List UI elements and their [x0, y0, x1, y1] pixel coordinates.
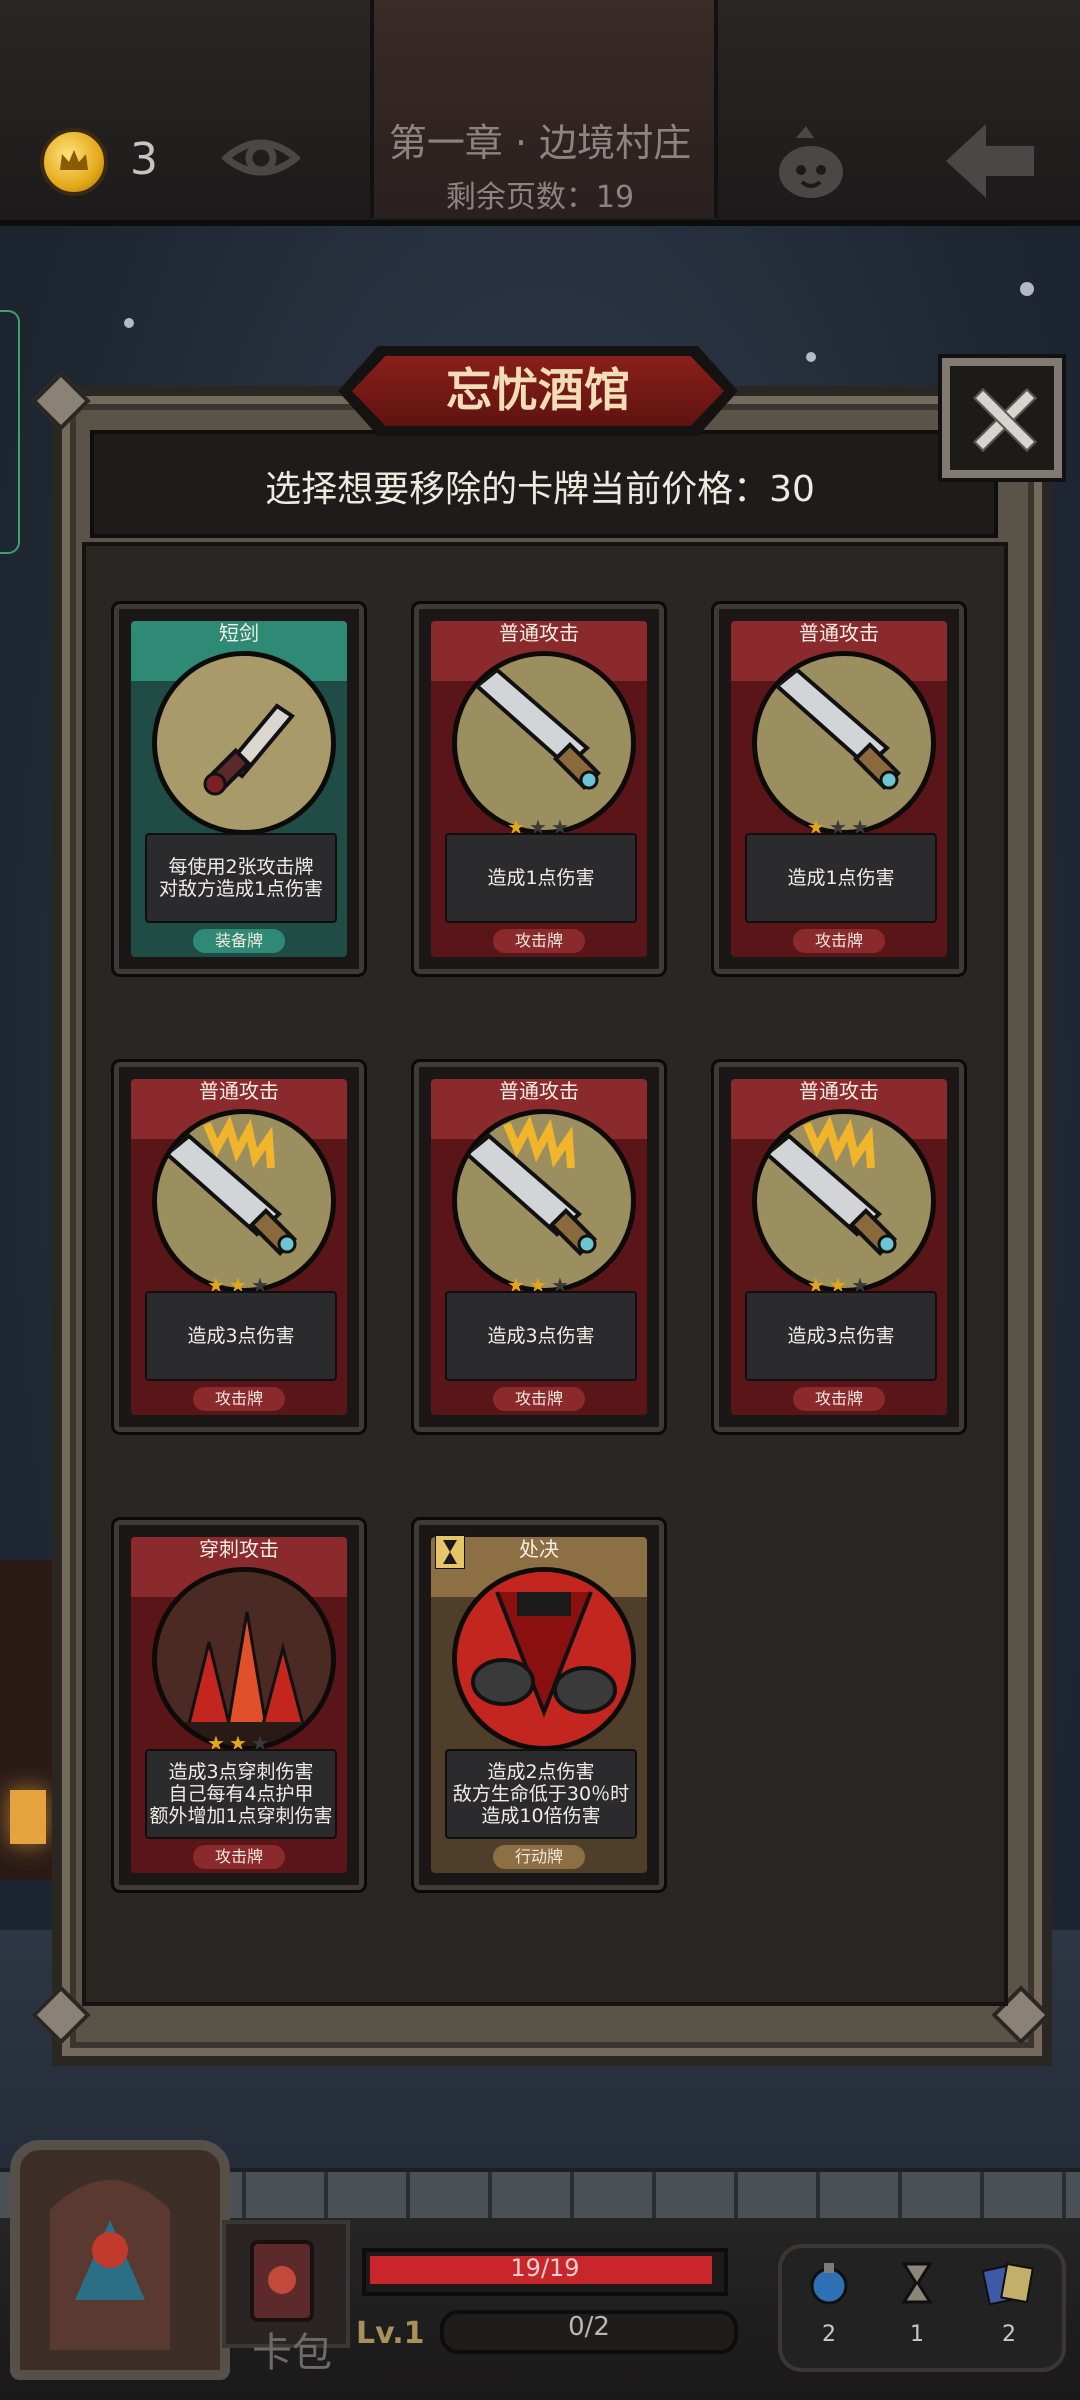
- card-description: 造成3点穿刺伤害 自己每有4点护甲 额外增加1点穿刺伤害: [145, 1749, 337, 1839]
- card-description-line: 造成3点伤害: [487, 1325, 595, 1347]
- exp-text: 0/2: [568, 2312, 610, 2342]
- sword-fire-art-icon: [152, 1109, 336, 1293]
- hourglass-count: 1: [910, 2322, 924, 2347]
- card-description: 造成1点伤害: [445, 833, 637, 923]
- card-description: 造成3点伤害: [745, 1291, 937, 1381]
- coin-icon: [40, 128, 108, 196]
- card-description: 造成3点伤害: [145, 1291, 337, 1381]
- card-description-line: 造成3点伤害: [787, 1325, 895, 1347]
- potion-count: 2: [822, 2322, 836, 2347]
- close-button[interactable]: [942, 358, 1062, 478]
- card[interactable]: 短剑 每使用2张攻击牌 对敌方造成1点伤害 装备牌: [114, 604, 364, 974]
- card[interactable]: 普通攻击 ★ ★ ★ 造成3点伤害 攻击牌: [114, 1062, 364, 1432]
- card-type: 攻击牌: [493, 1387, 585, 1411]
- card-description-line: 自己每有4点护甲: [168, 1783, 314, 1805]
- card-name: 普通攻击: [199, 1079, 279, 1103]
- card-description: 造成2点伤害 敌方生命低于30％时 造成10倍伤害: [445, 1749, 637, 1839]
- hourglass-icon: [434, 1534, 466, 1573]
- card-type: 攻击牌: [193, 1387, 285, 1411]
- card-description-line: 对敌方造成1点伤害: [158, 878, 324, 900]
- snowflake: [1020, 282, 1034, 296]
- spikes-art-icon: [152, 1567, 336, 1751]
- card-description-line: 造成1点伤害: [787, 867, 895, 889]
- card-name: 普通攻击: [499, 1079, 579, 1103]
- card-type: 攻击牌: [793, 929, 885, 953]
- card-description-line: 敌方生命低于30％时: [452, 1783, 630, 1805]
- crown-icon: [60, 150, 88, 170]
- card-name: 普通攻击: [799, 1079, 879, 1103]
- card-name: 普通攻击: [799, 621, 879, 645]
- card-name: 普通攻击: [499, 621, 579, 645]
- side-panel-edge: [0, 310, 20, 554]
- card[interactable]: 普通攻击 ★ ★ ★ 造成1点伤害 攻击牌: [414, 604, 664, 974]
- sword-fire-art-icon: [752, 1109, 936, 1293]
- card-type: 攻击牌: [493, 929, 585, 953]
- bag-icon[interactable]: [766, 120, 856, 200]
- back-arrow-icon[interactable]: [940, 118, 1040, 204]
- hero-portrait[interactable]: [10, 2140, 230, 2380]
- sword-art-icon: [752, 651, 936, 835]
- potion-icon[interactable]: [806, 2260, 852, 2306]
- card-description-line: 造成3点伤害: [187, 1325, 295, 1347]
- card-description-line: 造成3点穿刺伤害: [168, 1761, 314, 1783]
- card-name: 短剑: [219, 621, 259, 645]
- card-description-line: 造成10倍伤害: [481, 1805, 601, 1827]
- card-description-line: 造成1点伤害: [487, 867, 595, 889]
- card-name: 穿刺攻击: [199, 1537, 279, 1561]
- dialog-title: 忘忧酒馆: [446, 363, 630, 417]
- card-type: 攻击牌: [193, 1845, 285, 1869]
- pages-left: 剩余页数：19: [445, 180, 635, 215]
- dagger-art-icon: [152, 651, 336, 835]
- snowflake: [806, 352, 816, 362]
- card-type: 行动牌: [493, 1845, 585, 1869]
- level-text: Lv.1: [356, 2316, 425, 2351]
- sword-fire-art-icon: [452, 1109, 636, 1293]
- card[interactable]: 穿刺攻击 ★ ★ ★ 造成3点穿刺伤害 自己每有4点护甲 额外增加1点穿刺伤害 攻击牌: [114, 1520, 364, 1890]
- snowflake: [124, 318, 134, 328]
- card[interactable]: 处决 造成2点伤害 敌方生命低于30％时 造成10倍伤害 行动牌: [414, 1520, 664, 1890]
- cards-icon[interactable]: [980, 2260, 1034, 2306]
- card[interactable]: 普通攻击 ★ ★ ★ 造成3点伤害 攻击牌: [714, 1062, 964, 1432]
- card-description: 造成1点伤害: [745, 833, 937, 923]
- cards-count: 2: [1002, 2322, 1016, 2347]
- deck-label: 卡包: [252, 2330, 332, 2376]
- eye-icon[interactable]: [220, 128, 302, 186]
- card[interactable]: 普通攻击 ★ ★ ★ 造成3点伤害 攻击牌: [414, 1062, 664, 1432]
- card-description-line: 每使用2张攻击牌: [168, 856, 314, 878]
- house-window: [10, 1790, 46, 1844]
- card-description: 造成3点伤害: [445, 1291, 637, 1381]
- card-type: 攻击牌: [793, 1387, 885, 1411]
- card-type: 装备牌: [193, 929, 285, 953]
- hp-text: 19/19: [510, 2254, 580, 2282]
- execute-art-icon: [452, 1567, 636, 1751]
- chapter-title: 第一章 · 边境村庄: [388, 121, 692, 165]
- card-description: 每使用2张攻击牌 对敌方造成1点伤害: [145, 833, 337, 923]
- sword-art-icon: [452, 651, 636, 835]
- coin-count: 3: [130, 134, 158, 185]
- card-description-line: 造成2点伤害: [487, 1761, 595, 1783]
- hourglass-icon[interactable]: [894, 2260, 940, 2306]
- prompt-text: 选择想要移除的卡牌当前价格：30: [265, 469, 815, 510]
- card[interactable]: 普通攻击 ★ ★ ★ 造成1点伤害 攻击牌: [714, 604, 964, 974]
- card-description-line: 额外增加1点穿刺伤害: [149, 1805, 333, 1827]
